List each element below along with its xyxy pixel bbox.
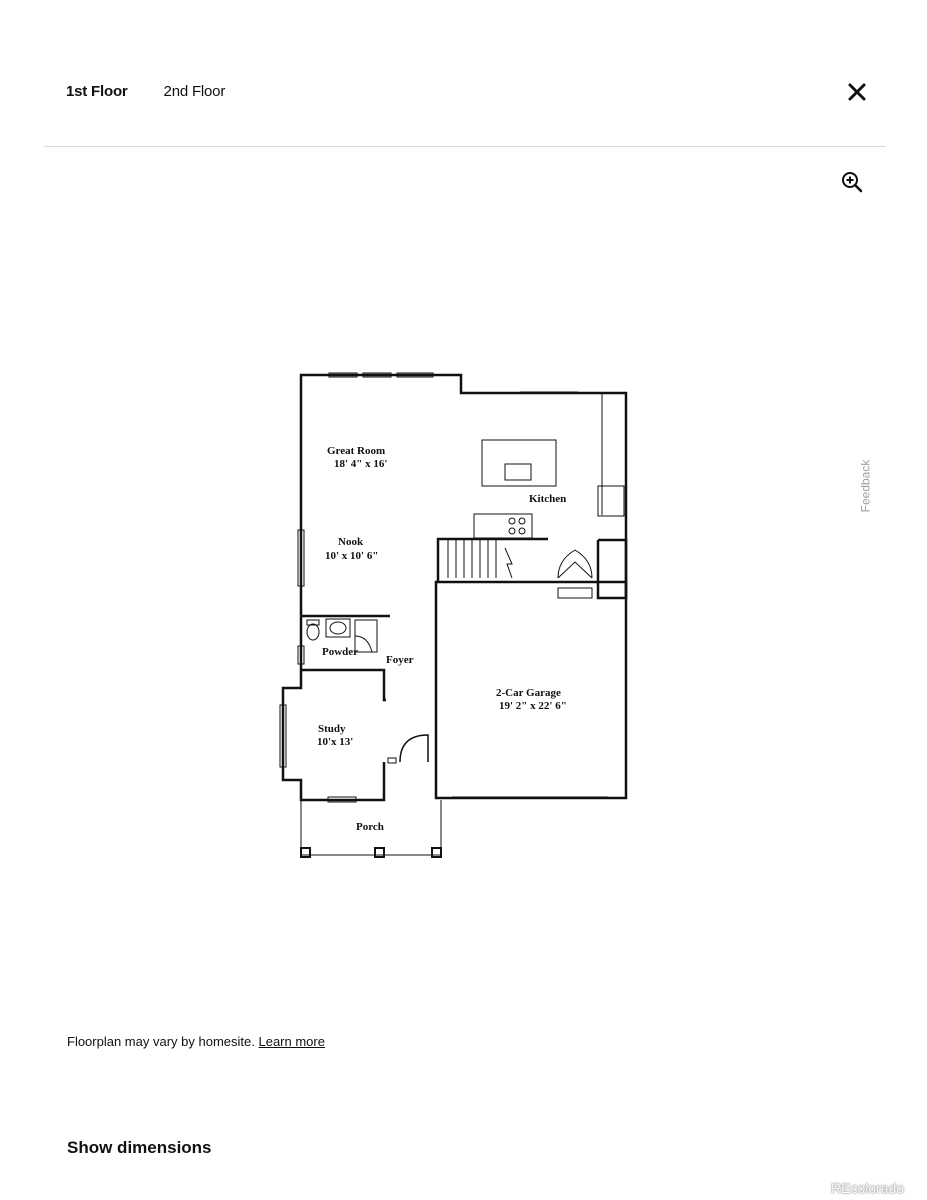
room-size-nook: 10' x 10' 6" — [325, 550, 378, 562]
floorplan-disclaimer: Floorplan may vary by homesite. Learn mo… — [67, 1034, 325, 1049]
zoom-in-button[interactable] — [840, 170, 864, 194]
stairs-wall — [436, 537, 548, 582]
room-size-great-room: 18' 4" x 16' — [334, 458, 387, 470]
room-label-powder: Powder — [322, 646, 358, 658]
disclaimer-text: Floorplan may vary by homesite. — [67, 1034, 255, 1049]
room-size-study: 10'x 13' — [317, 736, 353, 748]
floor-tabs: 1st Floor 2nd Floor — [66, 83, 225, 100]
header-divider — [44, 146, 886, 147]
watermark-logo: REcolorado — [831, 1180, 905, 1196]
stair-treads — [438, 538, 548, 579]
room-label-nook: Nook — [338, 536, 364, 548]
room-label-garage: 2-Car Garage — [496, 687, 561, 699]
floorplan-image: Great Room 18' 4" x 16' Kitchen Nook 10'… — [270, 360, 650, 870]
close-button[interactable] — [845, 80, 869, 104]
show-dimensions-button[interactable]: Show dimensions — [67, 1138, 212, 1158]
zoom-in-icon — [842, 172, 863, 193]
room-label-porch: Porch — [356, 821, 384, 833]
feedback-tab[interactable]: Feedback — [852, 453, 878, 519]
wall-study — [340, 668, 386, 702]
toilet — [306, 623, 320, 641]
room-label-foyer: Foyer — [386, 654, 414, 666]
tab-1st-floor[interactable]: 1st Floor — [66, 83, 128, 100]
floorplan-drawing: Great Room 18' 4" x 16' Kitchen Nook 10'… — [279, 372, 628, 858]
feedback-label: Feedback — [858, 459, 873, 513]
learn-more-link[interactable]: Learn more — [258, 1034, 324, 1049]
room-size-garage: 19' 2" x 22' 6" — [499, 700, 567, 712]
kitchen-island — [481, 439, 557, 487]
tab-2nd-floor[interactable]: 2nd Floor — [164, 83, 226, 100]
room-label-great-room: Great Room — [327, 445, 385, 457]
wall-north — [299, 373, 628, 616]
close-icon — [848, 83, 866, 101]
room-label-study: Study — [318, 723, 346, 735]
kitchen-counter — [473, 513, 533, 539]
room-label-kitchen: Kitchen — [529, 493, 566, 505]
